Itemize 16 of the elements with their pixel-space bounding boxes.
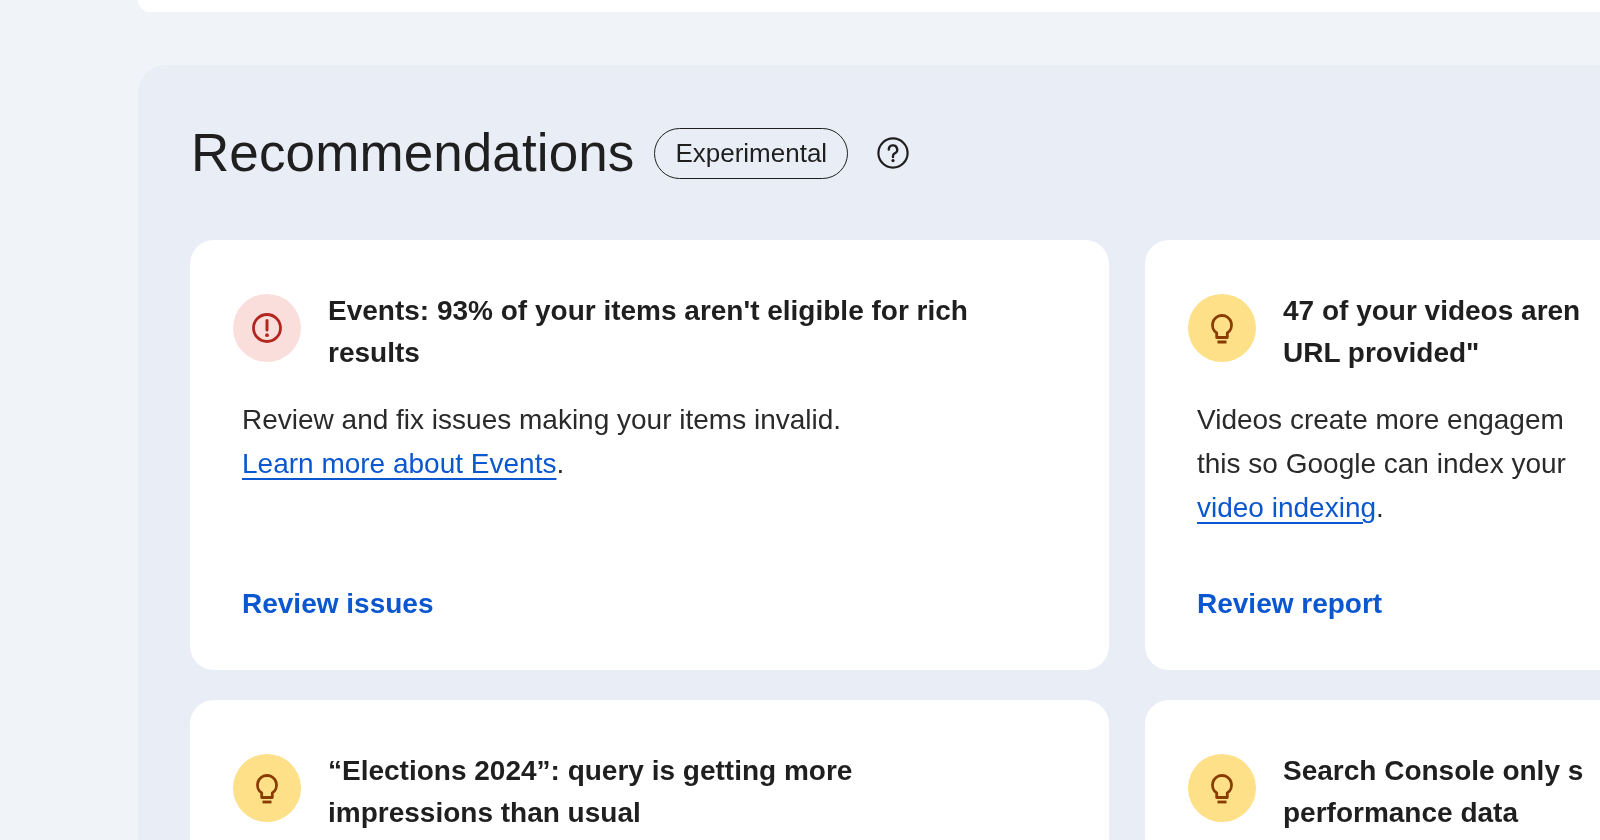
card-title: 47 of your videos aren URL provided" — [1283, 294, 1581, 370]
card-description: Review and fix issues making your items invalid. Learn more about Events. — [242, 403, 843, 481]
card-title: Search Console only s performance data — [1283, 754, 1584, 830]
card-description: Videos create more engagem this so Google can index your video indexing. — [1197, 403, 1567, 525]
review-link-button[interactable]: Review report — [1197, 582, 1383, 626]
section-title: Recommendations — [191, 123, 635, 183]
lightbulb-icon — [1188, 754, 1256, 822]
text-link[interactable]: Learn more about Events — [242, 448, 557, 479]
review-link-button[interactable]: Review issues — [242, 582, 434, 626]
alert-icon — [233, 294, 301, 362]
card-title: “Elections 2024”: query is getting more impressions than usual — [328, 754, 853, 830]
text-link[interactable]: video indexing — [1197, 492, 1377, 523]
lightbulb-icon — [1188, 294, 1256, 362]
help-icon[interactable] — [877, 137, 910, 169]
lightbulb-icon — [233, 754, 301, 822]
card-title: Events: 93% of your items aren't eligible for rich results — [328, 294, 968, 370]
